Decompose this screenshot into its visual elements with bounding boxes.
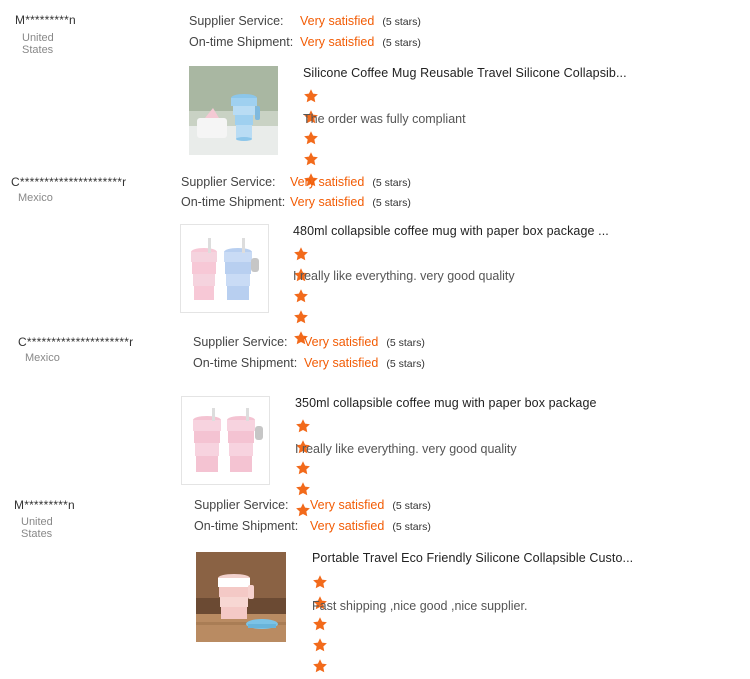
shipment-rating: On-time Shipment: Very satisfied (5 stars) bbox=[194, 519, 431, 533]
product-thumbnail[interactable] bbox=[196, 552, 286, 642]
product-thumbnail[interactable] bbox=[180, 224, 269, 313]
shipment-value: Very satisfied bbox=[304, 356, 379, 370]
product-rating-stars bbox=[293, 246, 311, 345]
pink-mug-wood-table-photo-icon bbox=[196, 552, 286, 642]
supplier-service-label: Supplier Service: bbox=[189, 14, 284, 28]
buyer-country: United States bbox=[21, 516, 53, 540]
star-icon bbox=[303, 130, 319, 146]
buyer-country: United States bbox=[22, 32, 54, 56]
supplier-service-rating: Supplier Service: Very satisfied (5 stars) bbox=[189, 14, 421, 28]
supplier-service-label: Supplier Service: bbox=[181, 175, 276, 189]
buyer-country: Mexico bbox=[25, 352, 60, 364]
product-rating-stars bbox=[303, 88, 321, 187]
supplier-service-rating: Supplier Service: Very satisfied (5 stars) bbox=[193, 335, 425, 349]
star-icon bbox=[295, 481, 311, 497]
shipment-rating: On-time Shipment: Very satisfied (5 stars) bbox=[189, 35, 421, 49]
product-rating-stars bbox=[295, 418, 313, 517]
pink-blue-mugs-photo-icon bbox=[180, 224, 269, 313]
review-comment: I really like everything. very good qual… bbox=[295, 442, 517, 456]
supplier-service-rating: Supplier Service: Very satisfied (5 stars) bbox=[194, 498, 431, 512]
shipment-rating: On-time Shipment: Very satisfied (5 stars) bbox=[181, 195, 411, 209]
buyer-name: M*********n bbox=[15, 13, 76, 27]
product-title[interactable]: 480ml collapsible coffee mug with paper … bbox=[293, 224, 609, 238]
star-icon bbox=[293, 288, 309, 304]
supplier-service-value: Very satisfied bbox=[304, 335, 379, 349]
buyer-name: C*********************r bbox=[11, 175, 127, 189]
star-icon bbox=[303, 88, 319, 104]
supplier-service-stars: (5 stars) bbox=[386, 337, 425, 349]
shipment-stars: (5 stars) bbox=[386, 358, 425, 370]
star-icon bbox=[312, 637, 328, 653]
star-icon bbox=[295, 418, 311, 434]
product-title[interactable]: Silicone Coffee Mug Reusable Travel Sili… bbox=[303, 66, 627, 80]
shipment-stars: (5 stars) bbox=[392, 521, 431, 533]
buyer-name: C*********************r bbox=[18, 335, 134, 349]
supplier-service-stars: (5 stars) bbox=[392, 500, 431, 512]
shipment-label: On-time Shipment: bbox=[194, 519, 299, 533]
shipment-rating: On-time Shipment: Very satisfied (5 stars) bbox=[193, 356, 425, 370]
star-icon bbox=[312, 616, 328, 632]
review-comment: Fast shipping ,nice good ,nice supplier. bbox=[312, 599, 528, 613]
shipment-label: On-time Shipment: bbox=[181, 195, 286, 209]
product-rating-stars bbox=[312, 574, 330, 673]
star-icon bbox=[293, 246, 309, 262]
buyer-country: Mexico bbox=[18, 192, 53, 204]
product-title[interactable]: Portable Travel Eco Friendly Silicone Co… bbox=[312, 551, 633, 565]
shipment-value: Very satisfied bbox=[310, 519, 385, 533]
supplier-service-stars: (5 stars) bbox=[382, 16, 421, 28]
supplier-service-stars: (5 stars) bbox=[372, 177, 411, 189]
supplier-service-label: Supplier Service: bbox=[194, 498, 289, 512]
supplier-service-value: Very satisfied bbox=[310, 498, 385, 512]
shipment-stars: (5 stars) bbox=[382, 37, 421, 49]
supplier-service-label: Supplier Service: bbox=[193, 335, 288, 349]
star-icon bbox=[293, 309, 309, 325]
review-comment: The order was fully compliant bbox=[303, 112, 466, 126]
pink-mugs-photo-icon bbox=[181, 396, 270, 485]
star-icon bbox=[295, 460, 311, 476]
review-comment: I really like everything. very good qual… bbox=[293, 269, 515, 283]
star-icon bbox=[312, 658, 328, 674]
product-thumbnail[interactable] bbox=[181, 396, 270, 485]
star-icon bbox=[303, 151, 319, 167]
supplier-service-value: Very satisfied bbox=[290, 175, 365, 189]
buyer-name: M*********n bbox=[14, 498, 75, 512]
product-thumbnail[interactable] bbox=[189, 66, 278, 155]
supplier-service-value: Very satisfied bbox=[300, 14, 375, 28]
green-collapsible-mug-photo-icon bbox=[189, 66, 278, 155]
shipment-value: Very satisfied bbox=[300, 35, 375, 49]
shipment-stars: (5 stars) bbox=[372, 197, 411, 209]
product-title[interactable]: 350ml collapsible coffee mug with paper … bbox=[295, 396, 597, 410]
star-icon bbox=[312, 574, 328, 590]
shipment-label: On-time Shipment: bbox=[189, 35, 294, 49]
shipment-label: On-time Shipment: bbox=[193, 356, 298, 370]
shipment-value: Very satisfied bbox=[290, 195, 365, 209]
supplier-service-rating: Supplier Service: Very satisfied (5 stars) bbox=[181, 175, 411, 189]
